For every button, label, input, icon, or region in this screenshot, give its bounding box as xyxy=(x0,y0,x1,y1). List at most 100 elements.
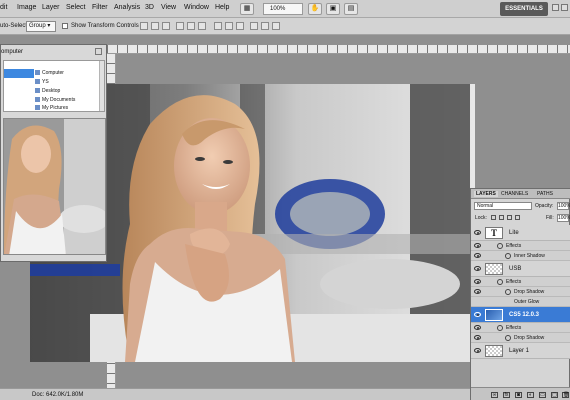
menu-layer[interactable]: Layer xyxy=(42,4,60,11)
add-mask-icon[interactable]: ◙ xyxy=(515,392,522,398)
visibility-eye-icon[interactable] xyxy=(474,312,481,317)
zoom-level-select[interactable]: 100% xyxy=(263,3,303,15)
menu-window[interactable]: Window xyxy=(184,4,209,11)
visibility-eye-icon[interactable] xyxy=(474,253,481,258)
fx-icon xyxy=(497,325,503,331)
effects-row[interactable]: Effects xyxy=(471,277,570,287)
layer-row[interactable]: T Lite xyxy=(471,225,570,241)
opacity-field[interactable]: 100% xyxy=(557,202,570,210)
fx-icon xyxy=(497,243,503,249)
menu-filter[interactable]: Filter xyxy=(92,4,108,11)
menu-select[interactable]: Select xyxy=(66,4,85,11)
fx-icon xyxy=(505,335,511,341)
align-hcenter-icon[interactable] xyxy=(187,22,195,30)
menu-edit[interactable]: dit xyxy=(0,4,7,11)
visibility-eye-icon[interactable] xyxy=(474,243,481,248)
panel-tabs: LAYERS CHANNELS PATHS xyxy=(471,189,570,199)
effect-item[interactable]: Drop Shadow xyxy=(471,287,570,297)
align-left-icon[interactable] xyxy=(176,22,184,30)
folder-item[interactable]: My Pictures xyxy=(42,105,68,111)
menu-image[interactable]: Image xyxy=(17,4,36,11)
close-icon[interactable] xyxy=(95,48,102,55)
layer-name: Lite xyxy=(509,230,519,236)
visibility-eye-icon[interactable] xyxy=(474,266,481,271)
adjustment-layer-icon[interactable]: ◐ xyxy=(527,392,534,398)
folder-item[interactable]: YS xyxy=(42,79,49,85)
visibility-eye-icon[interactable] xyxy=(474,348,481,353)
lock-position-icon[interactable] xyxy=(507,215,512,220)
window-title: omputer xyxy=(1,49,24,55)
align-bottom-icon[interactable] xyxy=(162,22,170,30)
layer-row-selected[interactable]: CS5 12.0.3 xyxy=(471,307,570,323)
effects-row[interactable]: Effects xyxy=(471,323,570,333)
lock-all-icon[interactable] xyxy=(515,215,520,220)
visibility-eye-icon[interactable] xyxy=(474,230,481,235)
menu-help[interactable]: Help xyxy=(215,4,229,11)
lock-label: Lock: xyxy=(475,215,487,221)
arrange-icon[interactable]: ▤ xyxy=(344,3,358,15)
grid-icon[interactable]: ▦ xyxy=(240,3,254,15)
menu-3d[interactable]: 3D xyxy=(145,4,154,11)
floating-document-window: omputer Computer YS Desktop My Documents… xyxy=(0,44,107,262)
visibility-eye-icon[interactable] xyxy=(474,289,481,294)
tab-layers[interactable]: LAYERS xyxy=(474,191,498,197)
minimize-icon[interactable] xyxy=(552,4,559,11)
distribute-vcenter-icon[interactable] xyxy=(225,22,233,30)
distribute-bottom-icon[interactable] xyxy=(236,22,244,30)
document-size-status[interactable]: Doc: 642.0K/1.80M xyxy=(32,392,83,398)
folder-scrollbar[interactable] xyxy=(99,61,104,111)
lock-pixels-icon[interactable] xyxy=(499,215,504,220)
menu-analysis[interactable]: Analysis xyxy=(114,4,140,11)
restore-icon[interactable] xyxy=(561,4,568,11)
align-vcenter-icon[interactable] xyxy=(151,22,159,30)
folder-item[interactable]: Computer xyxy=(42,70,64,76)
hand-tool-icon[interactable]: ✋ xyxy=(308,3,322,15)
fx-icon xyxy=(505,253,511,259)
visibility-eye-icon[interactable] xyxy=(474,279,481,284)
layer-row[interactable]: Layer 1 xyxy=(471,343,570,359)
effect-item[interactable]: Outer Glow xyxy=(471,297,570,307)
blend-mode-value: Normal xyxy=(477,203,494,209)
distribute-hcenter-icon[interactable] xyxy=(261,22,269,30)
effects-row[interactable]: Effects xyxy=(471,241,570,251)
auto-select-dropdown[interactable]: Group ▾ xyxy=(26,21,56,32)
align-right-icon[interactable] xyxy=(198,22,206,30)
effect-item[interactable]: Inner Shadow xyxy=(471,251,570,261)
image-preview[interactable] xyxy=(3,118,106,255)
align-top-icon[interactable] xyxy=(140,22,148,30)
fill-label: Fill: xyxy=(546,215,554,221)
effect-name: Drop Shadow xyxy=(514,289,545,295)
horizontal-ruler[interactable] xyxy=(107,45,570,54)
selected-folder[interactable] xyxy=(4,69,34,78)
visibility-eye-icon[interactable] xyxy=(474,325,481,330)
new-layer-icon[interactable]: ▢ xyxy=(551,392,558,398)
menu-view[interactable]: View xyxy=(161,4,176,11)
fill-field[interactable]: 100% xyxy=(557,214,570,222)
blend-mode-select[interactable]: Normal xyxy=(474,202,532,210)
effects-label: Effects xyxy=(506,325,522,331)
preview-image xyxy=(4,119,105,254)
lock-transparency-icon[interactable] xyxy=(491,215,496,220)
new-group-icon[interactable]: ▭ xyxy=(539,392,546,398)
folder-item[interactable]: Desktop xyxy=(42,88,60,94)
layer-thumbnail xyxy=(485,345,503,357)
distribute-top-icon[interactable] xyxy=(214,22,222,30)
distribute-right-icon[interactable] xyxy=(272,22,280,30)
tab-channels[interactable]: CHANNELS xyxy=(501,191,528,197)
blend-row: Normal Opacity: 100% xyxy=(471,200,570,211)
transform-controls-checkbox[interactable] xyxy=(62,23,68,29)
options-bar: uto-Select: Group ▾ Show Transform Contr… xyxy=(0,18,570,35)
workspace-button[interactable]: ESSENTIALS xyxy=(500,2,548,16)
trash-icon[interactable]: 🗑 xyxy=(562,392,569,398)
folder-item[interactable]: My Documents xyxy=(42,97,75,103)
tab-paths[interactable]: PATHS xyxy=(537,191,553,197)
distribute-left-icon[interactable] xyxy=(250,22,258,30)
link-layers-icon[interactable]: ∞ xyxy=(491,392,498,398)
layer-row[interactable]: USB xyxy=(471,261,570,277)
visibility-eye-icon[interactable] xyxy=(474,335,481,340)
folder-icon xyxy=(35,105,40,110)
effect-name: Drop Shadow xyxy=(514,335,545,341)
effect-item[interactable]: Drop Shadow xyxy=(471,333,570,343)
add-style-icon[interactable]: fx xyxy=(503,392,510,398)
screen-mode-icon[interactable]: ▣ xyxy=(326,3,340,15)
